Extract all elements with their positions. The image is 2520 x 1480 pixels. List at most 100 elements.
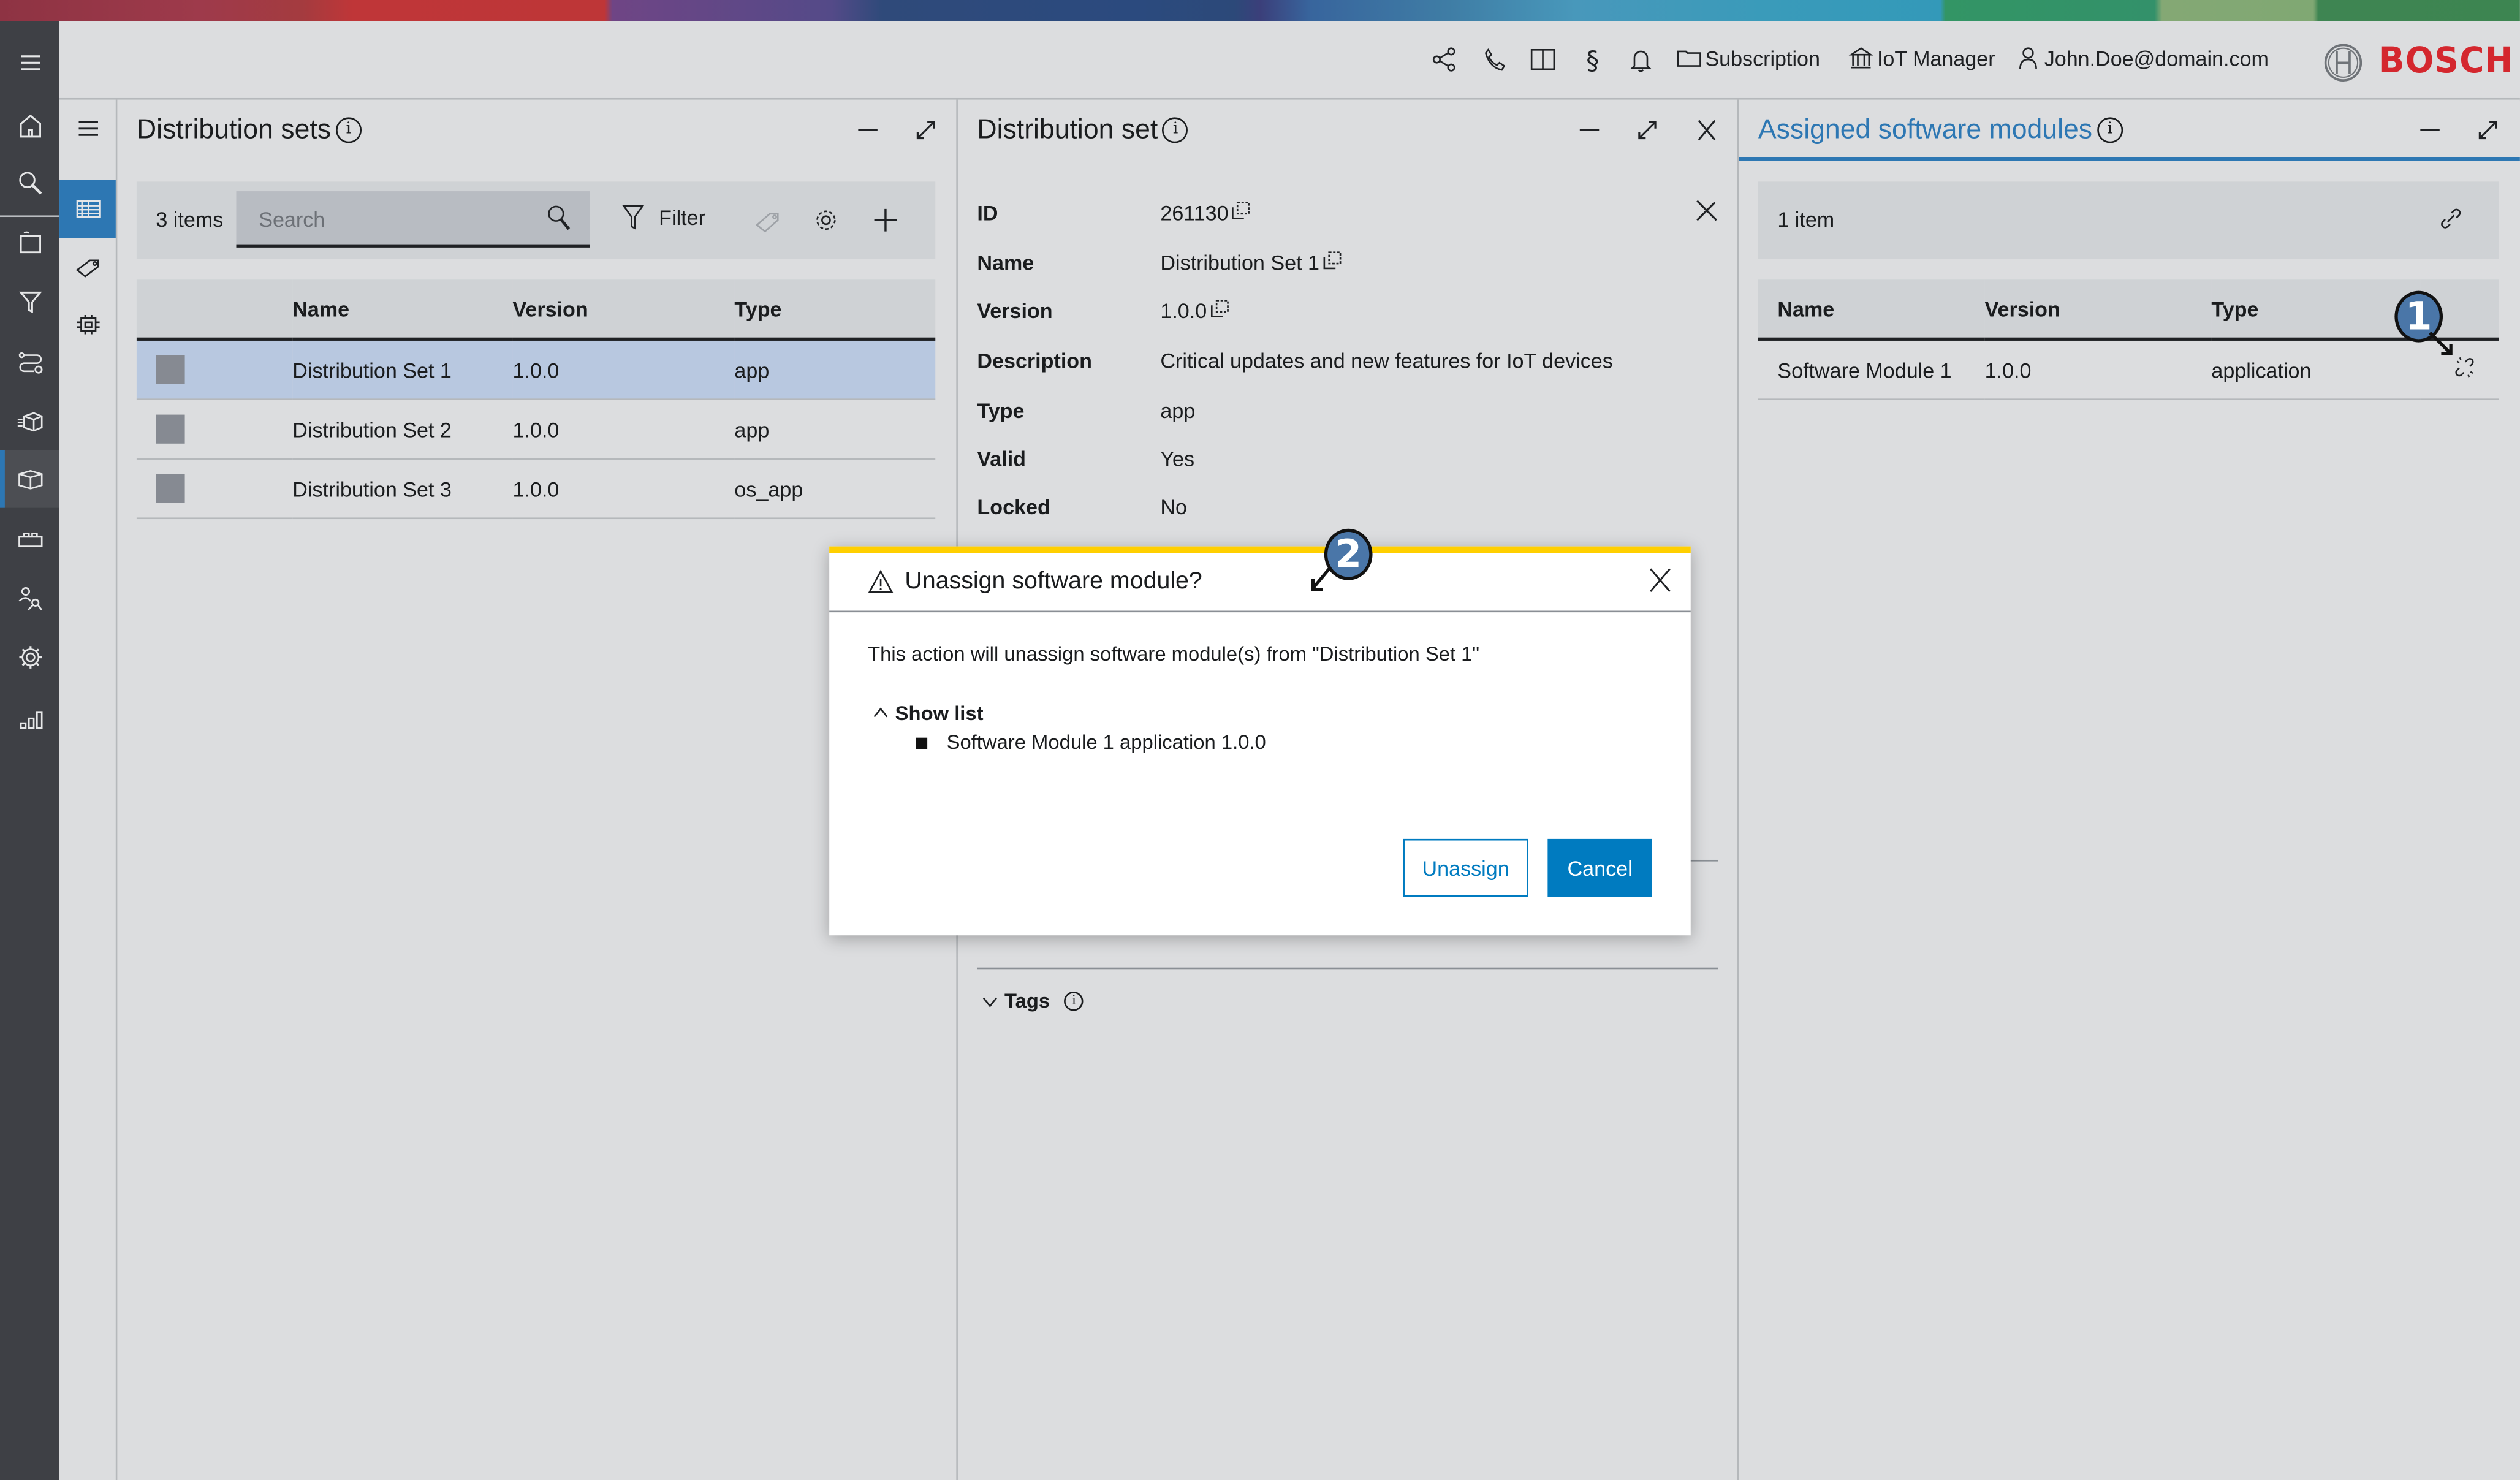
minimize-button[interactable] — [1572, 113, 1607, 148]
dialog-message: This action will unassign software modul… — [868, 642, 1480, 666]
table-row[interactable]: Software Module 1 1.0.0 application — [1758, 339, 2499, 400]
subscription-link[interactable]: Subscription — [1676, 45, 1820, 70]
subnav-item-types[interactable] — [59, 296, 116, 354]
table-row[interactable]: Distribution Set 3 1.0.0 os_app — [136, 458, 936, 520]
panel-title: Distribution sets i — [137, 114, 362, 146]
detail-row-id: ID 261130 — [977, 201, 1251, 225]
bosch-armature-icon — [2324, 43, 2362, 81]
column-header-type[interactable]: Type — [734, 279, 936, 341]
item-count: 3 items — [156, 207, 224, 232]
copy-button[interactable] — [1210, 299, 1229, 323]
subnav-item-tags[interactable] — [59, 238, 116, 295]
column-header-type[interactable]: Type — [2211, 279, 2421, 341]
subnav-menu-toggle[interactable] — [59, 100, 116, 157]
column-header-name[interactable]: Name — [292, 279, 513, 341]
detail-row-type: Type app — [977, 398, 1195, 422]
nav-item-statistics[interactable] — [0, 688, 59, 745]
link-icon[interactable] — [2438, 206, 2464, 232]
maximize-button[interactable] — [1630, 113, 1665, 148]
chip-icon — [76, 314, 99, 335]
warning-icon — [868, 569, 894, 593]
nav-item-settings[interactable] — [0, 628, 59, 686]
subnav-item-distribution-sets[interactable] — [59, 180, 116, 238]
column-header-version[interactable]: Version — [512, 279, 735, 341]
assigned-modules-table: Name Version Type Software Module 1 1.0.… — [1758, 279, 2499, 400]
cell-name: Distribution Set 1 — [292, 339, 513, 400]
cancel-button[interactable]: Cancel — [1547, 838, 1652, 897]
nav-menu-toggle[interactable] — [0, 34, 59, 91]
cell-name: Software Module 1 — [1758, 339, 1985, 400]
tags-section-toggle[interactable]: Tags i — [981, 990, 1084, 1012]
filter-button[interactable]: Filter — [620, 202, 705, 231]
cell-name: Distribution Set 3 — [292, 458, 513, 520]
info-icon[interactable]: i — [1163, 117, 1189, 143]
show-list-toggle[interactable]: Show list — [871, 702, 984, 725]
expand-icon — [2478, 121, 2497, 140]
copy-icon — [1323, 251, 1342, 270]
distribution-sets-toolbar: 3 items Filter — [136, 181, 936, 259]
chevron-up-icon — [873, 707, 888, 718]
package-deploy-icon — [17, 412, 42, 432]
add-icon[interactable] — [871, 206, 900, 235]
nav-item-distributions[interactable] — [0, 450, 60, 508]
bar-chart-icon — [19, 711, 42, 729]
minimize-button[interactable] — [2412, 113, 2448, 148]
rollout-icon — [18, 352, 42, 374]
table-row[interactable]: Distribution Set 2 1.0.0 app — [136, 399, 936, 460]
nav-item-access[interactable] — [0, 569, 59, 626]
maximize-button[interactable] — [2470, 113, 2506, 148]
user-menu[interactable]: John.Doe@domain.com — [2015, 45, 2269, 70]
minimize-button[interactable] — [850, 113, 886, 148]
tools-icon — [1696, 200, 1717, 221]
column-header-version[interactable]: Version — [1984, 279, 2212, 341]
active-panel-underline — [1739, 157, 2520, 161]
info-icon[interactable]: i — [1064, 992, 1084, 1011]
filter-icon — [621, 205, 645, 230]
nav-item-modules[interactable] — [0, 509, 59, 567]
info-icon[interactable]: i — [335, 117, 362, 143]
close-panel-button[interactable] — [1689, 113, 1725, 148]
maximize-button[interactable] — [908, 113, 944, 148]
nav-item-filters[interactable] — [0, 273, 59, 331]
phone-icon[interactable] — [1480, 45, 1509, 74]
tag-icon — [75, 259, 98, 278]
nav-item-devices[interactable] — [0, 214, 59, 271]
detail-label: Name — [977, 251, 1034, 275]
search-field — [236, 191, 590, 248]
gear-icon[interactable] — [811, 206, 840, 235]
section-divider — [977, 967, 1718, 970]
book-icon[interactable] — [1528, 45, 1557, 74]
share-icon[interactable] — [1430, 45, 1459, 74]
edit-tools-button[interactable] — [1689, 193, 1725, 229]
search-icon[interactable] — [545, 204, 574, 233]
info-icon[interactable]: i — [2097, 117, 2123, 143]
item-count: 1 item — [1777, 207, 1835, 232]
institution-icon — [1848, 47, 1873, 69]
minimize-icon — [858, 129, 878, 131]
gear-icon — [18, 646, 41, 669]
nav-item-rollouts[interactable] — [0, 333, 59, 390]
color-swatch — [156, 355, 185, 384]
legal-paragraph-icon[interactable]: § — [1578, 45, 1607, 74]
cell-version: 1.0.0 — [512, 339, 735, 400]
dialog-warning-bar — [829, 546, 1691, 553]
copy-button[interactable] — [1323, 251, 1342, 275]
detail-label: Valid — [977, 447, 1027, 471]
unassign-button[interactable]: Unassign — [1403, 838, 1528, 897]
close-icon[interactable] — [1645, 566, 1674, 594]
bell-icon[interactable] — [1626, 45, 1655, 74]
nav-item-home[interactable] — [0, 96, 59, 154]
nav-item-search[interactable] — [0, 154, 59, 212]
nav-item-deployment[interactable] — [0, 392, 59, 450]
filter-label: Filter — [659, 205, 705, 229]
column-header-name[interactable]: Name — [1758, 279, 1985, 341]
panel-title: Distribution set i — [977, 114, 1189, 146]
search-input[interactable] — [255, 191, 536, 248]
tag-icon[interactable] — [754, 206, 783, 235]
assigned-modules-title: Assigned software modules — [1758, 114, 2093, 145]
iot-manager-link[interactable]: IoT Manager — [1848, 45, 1995, 70]
search-icon — [18, 172, 42, 195]
copy-button[interactable] — [1232, 201, 1251, 225]
distribution-sets-table: Name Version Type Distribution Set 1 1.0… — [136, 279, 936, 520]
table-row[interactable]: Distribution Set 1 1.0.0 app — [136, 339, 936, 400]
